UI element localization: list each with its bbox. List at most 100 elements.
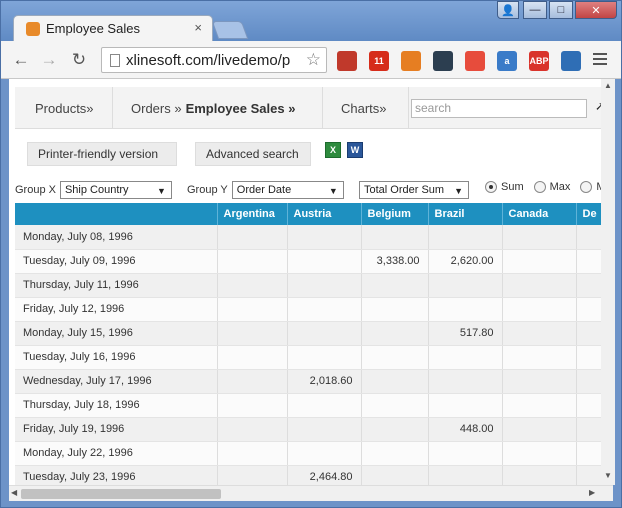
browser-window: Employee Sales × 👤 — □ ✕ ← → ↻ xlinesoft…: [0, 0, 622, 508]
address-bar[interactable]: xlinesoft.com/livedemo/p ☆: [101, 47, 327, 73]
table-row: Wednesday, July 17, 1996 2,018.60: [15, 369, 608, 394]
minimize-button[interactable]: —: [523, 1, 547, 19]
bookmark-star-icon[interactable]: ☆: [306, 50, 321, 70]
crosstab-table: Argentina Austria Belgium Brazil Canada De Mo…: [15, 203, 608, 490]
value-cell: 2,018.60: [287, 369, 362, 394]
value-cell: [502, 273, 577, 298]
extension-speedometer-icon[interactable]: [433, 51, 453, 71]
horizontal-scrollbar[interactable]: ◀ ▶: [9, 485, 613, 501]
maximize-button[interactable]: □: [549, 1, 573, 19]
value-cell: [428, 225, 503, 250]
browser-tab[interactable]: Employee Sales ×: [13, 15, 213, 41]
value-cell: [287, 393, 362, 418]
table-row: Friday, July 19, 1996 448.00: [15, 417, 608, 442]
group-y-select[interactable]: Order Date: [231, 181, 344, 199]
row-date-cell: Thursday, July 18, 1996: [15, 393, 218, 418]
column-header: Belgium: [361, 203, 429, 225]
tab-title: Employee Sales: [46, 21, 140, 36]
menu-orders[interactable]: Orders » Employee Sales »: [113, 87, 323, 129]
scroll-left-arrow-icon[interactable]: ◀: [11, 488, 17, 497]
value-cell: [428, 441, 503, 466]
table-row: Friday, July 12, 1996: [15, 297, 608, 322]
export-excel-icon[interactable]: X: [325, 142, 341, 158]
value-cell: [428, 369, 503, 394]
column-header: Canada: [502, 203, 577, 225]
radio-min-indicator[interactable]: [580, 181, 593, 193]
row-date-cell: Tuesday, July 16, 1996: [15, 345, 218, 370]
value-cell: [217, 369, 288, 394]
extension-globe-icon[interactable]: [561, 51, 581, 71]
value-cell: [287, 417, 362, 442]
value-cell: [502, 393, 577, 418]
export-word-icon[interactable]: W: [347, 142, 363, 158]
aggregate-field-select[interactable]: Total Order Sum: [359, 181, 469, 199]
value-cell: [217, 273, 288, 298]
reload-icon[interactable]: ↻: [69, 50, 89, 70]
title-bar: Employee Sales × 👤 — □ ✕: [1, 1, 621, 41]
row-date-cell: Friday, July 19, 1996: [15, 417, 218, 442]
back-arrow-icon[interactable]: ←: [11, 50, 31, 70]
radio-max-indicator[interactable]: [533, 181, 546, 193]
value-cell: [361, 441, 429, 466]
menu-employee-sales-label: Employee Sales »: [185, 100, 296, 116]
extension-stop-sign-icon[interactable]: [465, 51, 485, 71]
value-cell: [361, 369, 429, 394]
extension-calendar-badge-icon[interactable]: 11: [369, 51, 389, 71]
value-cell: [217, 321, 288, 346]
menu-products[interactable]: Products»: [15, 87, 113, 129]
radio-max-label: Max: [549, 181, 571, 193]
value-cell: [502, 441, 577, 466]
scroll-right-arrow-icon[interactable]: ▶: [589, 488, 595, 497]
value-cell: [428, 273, 503, 298]
value-cell: 3,338.00: [361, 249, 429, 274]
browser-menu-icon[interactable]: [593, 53, 607, 67]
advanced-search-button[interactable]: Advanced search: [195, 142, 311, 166]
close-window-button[interactable]: ✕: [575, 1, 617, 19]
row-date-cell: Monday, July 15, 1996: [15, 321, 218, 346]
group-x-label: Group X: [15, 184, 56, 196]
table-header-row: Argentina Austria Belgium Brazil Canada De: [15, 203, 608, 225]
value-cell: [287, 225, 362, 250]
tab-close-icon[interactable]: ×: [194, 21, 202, 35]
value-cell: [287, 345, 362, 370]
menu-orders-label: Orders »: [131, 100, 182, 116]
row-date-cell: Monday, July 22, 1996: [15, 441, 218, 466]
row-date-cell: Monday, July 08, 1996: [15, 225, 218, 250]
printer-friendly-button[interactable]: Printer-friendly version: [27, 142, 177, 166]
value-cell: [217, 225, 288, 250]
group-x-select[interactable]: Ship Country: [59, 181, 172, 199]
value-cell: [428, 345, 503, 370]
column-header: Brazil: [428, 203, 503, 225]
value-cell: [428, 393, 503, 418]
extension-pet-icon-icon[interactable]: [401, 51, 421, 71]
value-cell: 517.80: [428, 321, 503, 346]
radio-sum[interactable]: Sum: [485, 181, 524, 193]
value-cell: 448.00: [428, 417, 503, 442]
scroll-up-arrow-icon[interactable]: ▲: [604, 81, 612, 90]
new-tab-button[interactable]: [211, 21, 249, 39]
vertical-scrollbar[interactable]: ▲ ▼: [601, 79, 615, 485]
aggregate-radio-group: Sum Max Min: [485, 181, 613, 193]
scroll-down-arrow-icon[interactable]: ▼: [604, 471, 612, 480]
value-cell: [502, 249, 577, 274]
extension-bookmark-red-icon[interactable]: [337, 51, 357, 71]
page-viewport: Products» Orders » Employee Sales » Char…: [9, 79, 613, 499]
forward-arrow-icon[interactable]: →: [39, 50, 59, 70]
search-input[interactable]: search: [411, 99, 587, 118]
url-text: xlinesoft.com/livedemo/p: [126, 51, 291, 69]
extension-adblock-plus-icon[interactable]: ABP: [529, 51, 549, 71]
group-x-control: Group X Ship Country: [15, 181, 172, 199]
menu-charts-label: Charts»: [341, 100, 387, 116]
radio-sum-indicator[interactable]: [485, 181, 497, 193]
value-cell: [287, 273, 362, 298]
table-row: Tuesday, July 09, 1996 3,338.00 2,620.00: [15, 249, 608, 274]
radio-max[interactable]: Max: [533, 181, 571, 193]
horizontal-scroll-thumb[interactable]: [21, 489, 221, 499]
column-header: Austria: [287, 203, 362, 225]
table-row: Monday, July 15, 1996 517.80: [15, 321, 608, 346]
value-cell: [287, 249, 362, 274]
value-cell: [287, 321, 362, 346]
extension-amazon-a-icon[interactable]: a: [497, 51, 517, 71]
menu-charts[interactable]: Charts»: [323, 87, 409, 129]
user-profile-button[interactable]: 👤: [497, 1, 519, 19]
